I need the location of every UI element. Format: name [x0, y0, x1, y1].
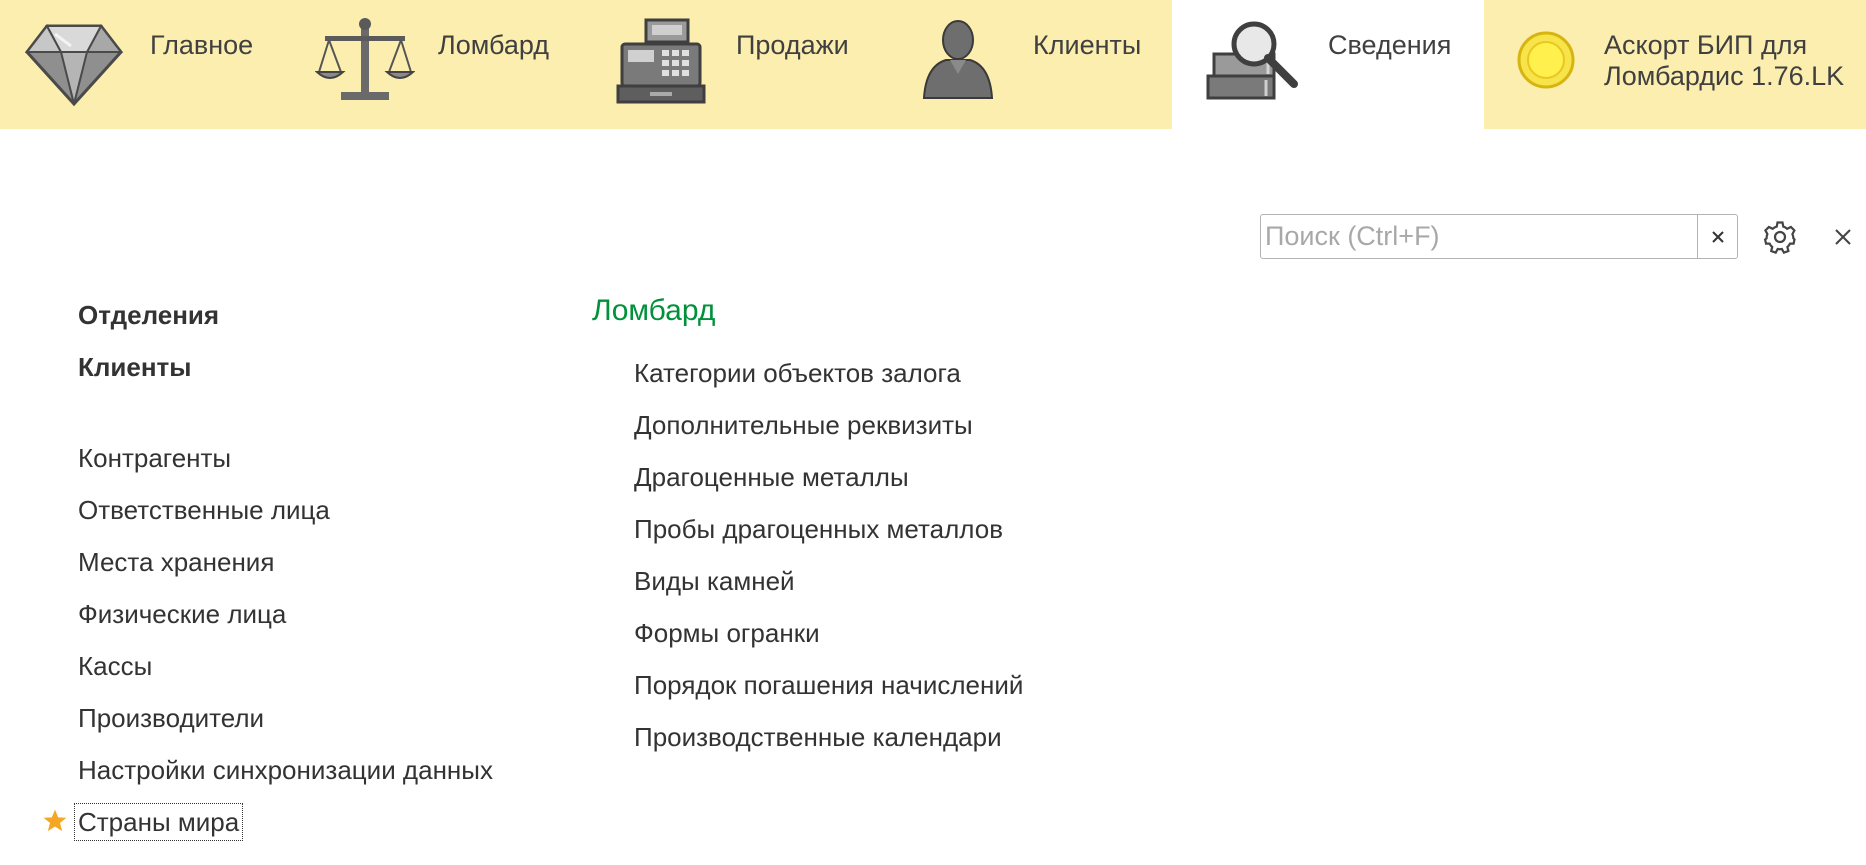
group-title-pawnshop: Ломбард: [592, 294, 716, 327]
link-cut-shapes[interactable]: Формы огранки: [634, 618, 820, 648]
link-individuals[interactable]: Физические лица: [78, 599, 286, 629]
link-departments[interactable]: Отделения: [78, 300, 219, 330]
link-additional-attributes[interactable]: Дополнительные реквизиты: [634, 410, 973, 440]
scales-icon: [314, 16, 416, 109]
yellow-circle-icon: [1516, 30, 1576, 95]
person-icon: [920, 18, 996, 105]
search-clear-button[interactable]: [1698, 215, 1738, 258]
section-clients-label: Клиенты: [1033, 30, 1142, 60]
gear-icon: [1763, 221, 1796, 254]
link-clients[interactable]: Клиенты: [78, 352, 191, 382]
link-cash-desks[interactable]: Кассы: [78, 651, 152, 681]
section-sales[interactable]: Продажи: [600, 0, 900, 129]
section-askort[interactable]: Аскорт БИП для Ломбардис 1.76.LK: [1484, 0, 1866, 129]
sections-panel: Главное Ломбард Продажи Клиенты Сведения…: [0, 0, 1866, 129]
search-input[interactable]: [1261, 215, 1697, 258]
link-contractors[interactable]: Контрагенты: [78, 443, 231, 473]
link-repayment-order[interactable]: Порядок погашения начислений: [634, 670, 1023, 700]
close-icon: [1835, 229, 1851, 245]
link-responsible-persons[interactable]: Ответственные лица: [78, 495, 330, 525]
close-button[interactable]: [1828, 220, 1858, 254]
link-metal-hallmarks[interactable]: Пробы драгоценных металлов: [634, 514, 1003, 544]
settings-button[interactable]: [1760, 218, 1800, 256]
section-pawnshop[interactable]: Ломбард: [280, 0, 600, 129]
section-askort-label-line1: Аскорт БИП для: [1604, 30, 1808, 60]
link-precious-metals[interactable]: Драгоценные металлы: [634, 462, 909, 492]
cash-register-icon: [616, 16, 706, 111]
link-production-calendars[interactable]: Производственные календари: [634, 722, 1002, 752]
link-pledge-categories[interactable]: Категории объектов залога: [634, 358, 961, 388]
section-askort-label-line2: Ломбардис 1.76.LK: [1604, 61, 1845, 91]
link-data-sync-settings[interactable]: Настройки синхронизации данных: [78, 755, 493, 785]
section-pawnshop-label: Ломбард: [438, 30, 550, 60]
books-magnifier-icon: [1204, 18, 1300, 109]
link-stone-types[interactable]: Виды камней: [634, 566, 795, 596]
link-storage-places[interactable]: Места хранения: [78, 547, 274, 577]
section-sales-label: Продажи: [736, 30, 849, 60]
section-main-label: Главное: [150, 30, 254, 60]
section-info[interactable]: Сведения: [1172, 0, 1484, 129]
star-icon[interactable]: [42, 808, 68, 839]
link-manufacturers[interactable]: Производители: [78, 703, 264, 733]
section-info-label: Сведения: [1328, 30, 1452, 60]
search-box: [1260, 214, 1738, 259]
close-icon: [1712, 230, 1724, 243]
section-main[interactable]: Главное: [0, 0, 280, 129]
diamond-icon: [24, 20, 124, 113]
section-clients[interactable]: Клиенты: [900, 0, 1172, 129]
link-world-countries[interactable]: Страны мира: [73, 803, 244, 841]
